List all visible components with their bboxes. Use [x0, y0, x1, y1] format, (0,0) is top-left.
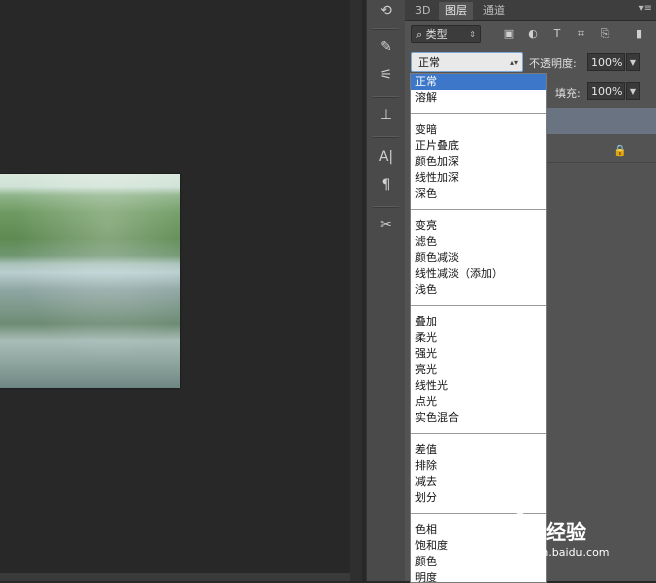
- blend-mode-option[interactable]: 柔光: [411, 330, 546, 346]
- opacity-dropdown-icon[interactable]: ▼: [626, 53, 640, 71]
- fill-label: 填充:: [555, 87, 581, 100]
- blend-mode-option[interactable]: 溶解: [411, 90, 546, 106]
- smartobject-filter-icon[interactable]: ⎘: [597, 26, 613, 42]
- type-filter-icon[interactable]: T: [549, 26, 565, 42]
- tool-divider: [373, 96, 399, 98]
- fill-input[interactable]: 100%: [587, 82, 625, 100]
- fill-dropdown-icon[interactable]: ▼: [626, 82, 640, 100]
- tool-divider: [373, 136, 399, 138]
- layer-row-background[interactable]: [546, 136, 656, 163]
- menu-separator: [411, 433, 546, 434]
- blend-mode-value: 正常: [418, 56, 440, 69]
- character-icon[interactable]: A|: [372, 146, 400, 168]
- blend-mode-option[interactable]: 颜色加深: [411, 154, 546, 170]
- shape-filter-icon[interactable]: ⌗: [573, 26, 589, 42]
- blend-mode-option[interactable]: 颜色减淡: [411, 250, 546, 266]
- blend-mode-option[interactable]: 浅色: [411, 282, 546, 298]
- image-filter-icon[interactable]: ▣: [501, 26, 517, 42]
- blend-mode-option[interactable]: 差值: [411, 442, 546, 458]
- search-icon: ⌕: [416, 28, 426, 41]
- horizontal-scrollbar[interactable]: [0, 573, 350, 581]
- tab-channels[interactable]: 通道: [477, 2, 511, 20]
- brush-presets-icon[interactable]: ✎: [372, 36, 400, 58]
- blend-mode-list: 正常 溶解变暗 正片叠底 颜色加深 线性加深 深色变亮 滤色 颜色减淡 线性减淡（添加） 浅色叠加…: [411, 74, 546, 582]
- filter-toggle-icon[interactable]: ▮: [631, 26, 647, 42]
- watermark-brand: 经验: [546, 520, 586, 544]
- blend-mode-option[interactable]: 线性光: [411, 378, 546, 394]
- chevron-updown-icon: ▴▾: [509, 58, 518, 67]
- brush-settings-icon[interactable]: ⚟: [372, 64, 400, 86]
- tool-presets-icon[interactable]: ✂: [372, 214, 400, 236]
- blend-mode-option[interactable]: 线性减淡（添加）: [411, 266, 546, 282]
- blend-mode-option[interactable]: 叠加: [411, 314, 546, 330]
- blend-mode-option[interactable]: 线性加深: [411, 170, 546, 186]
- document-image[interactable]: [0, 174, 180, 388]
- paragraph-icon[interactable]: ¶: [372, 174, 400, 196]
- blend-mode-option[interactable]: 点光: [411, 394, 546, 410]
- blend-mode-option[interactable]: 划分: [411, 490, 546, 506]
- blend-mode-option[interactable]: 排除: [411, 458, 546, 474]
- tool-divider: [373, 206, 399, 208]
- canvas-area[interactable]: [0, 0, 362, 581]
- lock-icon: 🔒: [613, 144, 627, 157]
- blend-mode-option[interactable]: 明度: [411, 570, 546, 582]
- filter-kind-select[interactable]: ⌕ 类型 ⇕: [411, 25, 481, 43]
- blend-mode-option[interactable]: 实色混合: [411, 410, 546, 426]
- blend-mode-option[interactable]: 亮光: [411, 362, 546, 378]
- chevron-updown-icon: ⇕: [469, 30, 476, 39]
- blend-mode-option[interactable]: 滤色: [411, 234, 546, 250]
- blend-mode-option[interactable]: 强光: [411, 346, 546, 362]
- opacity-input[interactable]: 100%: [587, 53, 625, 71]
- blend-mode-option[interactable]: 减去: [411, 474, 546, 490]
- history-brush-icon[interactable]: ⟲: [372, 0, 400, 22]
- blend-mode-option[interactable]: 变暗: [411, 122, 546, 138]
- blend-mode-option[interactable]: 深色: [411, 186, 546, 202]
- clone-source-icon[interactable]: ⊥: [372, 104, 400, 126]
- blend-mode-option[interactable]: 正常: [411, 74, 546, 90]
- menu-separator: [411, 209, 546, 210]
- vertical-scrollbar[interactable]: [350, 0, 362, 581]
- blend-mode-dropdown[interactable]: 正常 溶解变暗 正片叠底 颜色加深 线性加深 深色变亮 滤色 颜色减淡 线性减淡（添加） 浅色叠加…: [410, 73, 547, 583]
- blend-mode-select[interactable]: 正常 ▴▾: [411, 52, 523, 72]
- adjustment-filter-icon[interactable]: ◐: [525, 26, 541, 42]
- blend-mode-option[interactable]: 变亮: [411, 218, 546, 234]
- layer-row-selected[interactable]: [546, 108, 656, 134]
- blend-mode-option[interactable]: 正片叠底: [411, 138, 546, 154]
- opacity-label: 不透明度:: [529, 57, 577, 70]
- tool-divider: [373, 28, 399, 30]
- panel-tabs: 3D 图层 通道 ▾≡: [405, 0, 656, 21]
- menu-separator: [411, 113, 546, 114]
- watermark-url: jingyan.baidu.com: [508, 546, 610, 559]
- tab-layers[interactable]: 图层: [439, 2, 473, 20]
- tool-strip: ⟲ ✎ ⚟ ⊥ A| ¶ ✂: [366, 0, 406, 581]
- filter-kind-label: 类型: [425, 28, 448, 41]
- panel-menu-icon[interactable]: ▾≡: [639, 3, 652, 14]
- tab-3d[interactable]: 3D: [409, 2, 436, 20]
- menu-separator: [411, 305, 546, 306]
